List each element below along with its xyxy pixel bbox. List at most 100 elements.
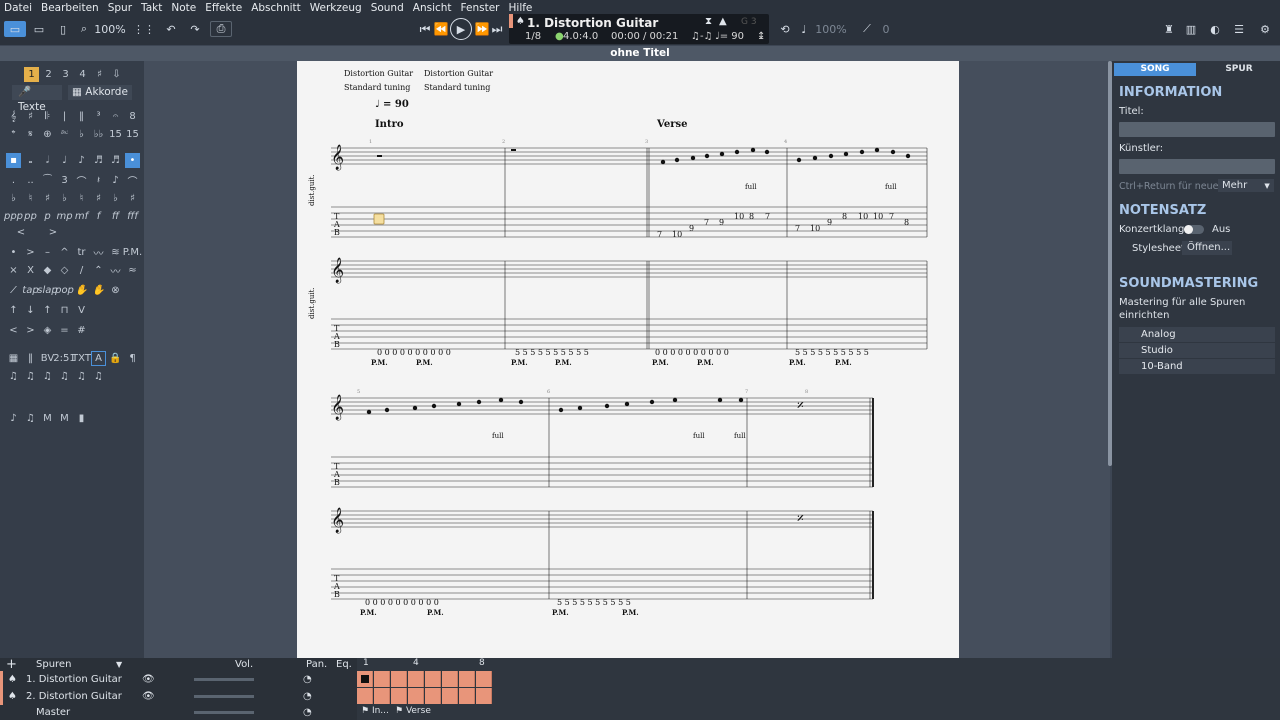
mix-3-icon[interactable]: M [40,411,55,426]
zoom-select[interactable]: 100% [90,21,130,37]
lcd-display[interactable]: ♠ 1. Distortion Guitar ⧗ ▲ G 3 1/8 ● 4.0… [509,14,769,44]
clef-icon[interactable]: 𝄞 [6,109,21,124]
menu-fenster[interactable]: Fenster [461,2,500,14]
prev-bar-button[interactable]: ⏪ [434,21,449,37]
clip-1-2[interactable] [374,671,390,687]
flat-icon[interactable]: ♭ [6,191,21,206]
fermata-icon[interactable]: 𝄐 [108,109,123,124]
ff-icon[interactable]: ff [108,209,123,224]
up-stroke-icon[interactable]: ↑ [6,303,21,318]
fine-icon[interactable]: ♭ [74,127,89,142]
quarter-note-icon[interactable]: ♩ [57,153,72,168]
bend-icon[interactable]: ⌃ [91,263,106,278]
mix-2-icon[interactable]: ♫ [23,411,38,426]
chevron-down-icon-2[interactable]: ▼ [116,658,122,671]
note-selected-icon[interactable]: ▪ [6,153,21,168]
acc-8-icon[interactable]: ♯ [125,191,140,206]
diamond-icon[interactable]: ◆ [40,263,55,278]
pilcrow-icon[interactable]: ¶ [125,351,140,366]
decrescendo-icon[interactable]: > [38,225,68,240]
repeat-icon[interactable]: 𝄆 [40,109,55,124]
timer-icon[interactable]: 2:51 [53,351,75,366]
sharp-icon[interactable]: ♯ [40,191,55,206]
ppp-icon[interactable]: ppp [4,209,23,224]
slide-in-icon[interactable]: ⁄ [6,283,21,298]
clip-2-6[interactable] [442,688,458,704]
track-row-2[interactable]: ♠ 2. Distortion Guitar 👁 ◔ [0,688,357,705]
add-track-icon[interactable]: + [6,658,17,671]
clip-1-3[interactable] [391,671,407,687]
marker-intro[interactable]: ⚑ In... [361,706,389,716]
rhythm-2-icon[interactable]: ♫ [23,369,38,384]
triplet-icon[interactable]: ³ [91,109,106,124]
clip-2-5[interactable] [425,688,441,704]
acc-5-icon[interactable]: ♮ [74,191,89,206]
tab-spur[interactable]: SPUR [1198,63,1280,76]
eye-icon-2[interactable]: 👁 [142,688,155,705]
arc-icon[interactable]: ⌒ [125,173,140,188]
voice-1-button[interactable]: 1 [24,67,39,82]
clip-1-6[interactable] [442,671,458,687]
play-button[interactable]: ▶ [450,18,472,40]
titel-input[interactable] [1119,122,1275,137]
mix-4-icon[interactable]: M [57,411,72,426]
harmonic-icon[interactable]: ◇ [57,263,72,278]
double-dot-icon[interactable]: .. [23,173,38,188]
layout-icon[interactable]: ⋮⋮ [133,21,155,37]
rhythm-1-icon[interactable]: ♫ [6,369,21,384]
speed-field[interactable]: 100% [812,21,850,37]
mehr-dropdown[interactable]: Mehr ▼ [1218,179,1274,192]
tuner-icon[interactable]: ⟋ [860,21,874,37]
loop-icon[interactable]: ⟲ [776,21,794,37]
bar-icon[interactable]: | [57,109,72,124]
p-icon[interactable]: p [40,209,55,224]
mb-icon[interactable]: 15 [125,127,140,142]
double-bar-icon[interactable]: ‖ [74,109,89,124]
menu-abschnitt[interactable]: Abschnitt [251,2,301,14]
natural-icon[interactable]: ♮ [23,191,38,206]
menu-werkzeug[interactable]: Werkzeug [310,2,362,14]
txt-icon[interactable]: TXT [72,351,91,366]
redo-button[interactable]: ↷ [186,21,204,37]
tracks-header[interactable]: Spuren [36,658,71,671]
marker-verse[interactable]: ⚑ Verse [395,706,431,716]
master-row[interactable]: Master ◔ [0,705,357,720]
tremolo-icon[interactable]: ≋ [108,245,123,260]
thirtysecond-icon[interactable]: ♬ [108,153,123,168]
score-page[interactable]: Distortion Guitar Standard tuning Distor… [297,61,959,658]
let-ring-icon[interactable]: ✋ [91,283,106,298]
tenuto-icon[interactable]: – [40,245,55,260]
tap-icon[interactable]: tap [22,283,38,298]
clip-2-2[interactable] [374,688,390,704]
down-stroke-icon[interactable]: ↓ [23,303,38,318]
pick-up-icon[interactable]: V [74,303,89,318]
circle-icon[interactable]: ⊕ [40,127,55,142]
voice-3-button[interactable]: 3 [58,67,73,82]
tie-icon[interactable]: ⁀ [40,173,55,188]
tuplet-icon[interactable]: 3 [57,173,72,188]
clip-1-7[interactable] [459,671,475,687]
bar-line-icon[interactable]: ‖ [23,351,38,366]
dead-note-icon[interactable]: × [6,263,21,278]
volume-slider-2[interactable] [194,695,254,698]
clip-2-3[interactable] [391,688,407,704]
volume-slider-1[interactable] [194,678,254,681]
mixer-view-button[interactable]: ☰ [1230,21,1248,37]
crescendo-icon[interactable]: < [6,225,36,240]
tab-song[interactable]: SONG [1114,63,1196,76]
menu-note[interactable]: Note [171,2,196,14]
ma-icon[interactable]: 15 [108,127,123,142]
arrow-left-icon[interactable]: < [6,323,21,338]
rhythm-5-icon[interactable]: ♫ [74,369,89,384]
timeline[interactable]: 1 4 8 ⚑ In... ⚑ Verse [357,658,1280,720]
kuenstler-input[interactable] [1119,159,1275,174]
preset-studio[interactable]: Studio [1119,343,1275,358]
fff-icon[interactable]: fff [125,209,140,224]
whammy-icon[interactable]: 〰 [108,263,123,278]
menu-hilfe[interactable]: Hilfe [509,2,533,14]
acc-4-icon[interactable]: ♭ [57,191,72,206]
segno-icon[interactable]: 𝄋 [23,127,38,142]
preset-analog[interactable]: Analog [1119,327,1275,342]
menu-datei[interactable]: Datei [4,2,32,14]
slap-icon[interactable]: slap [37,283,57,298]
